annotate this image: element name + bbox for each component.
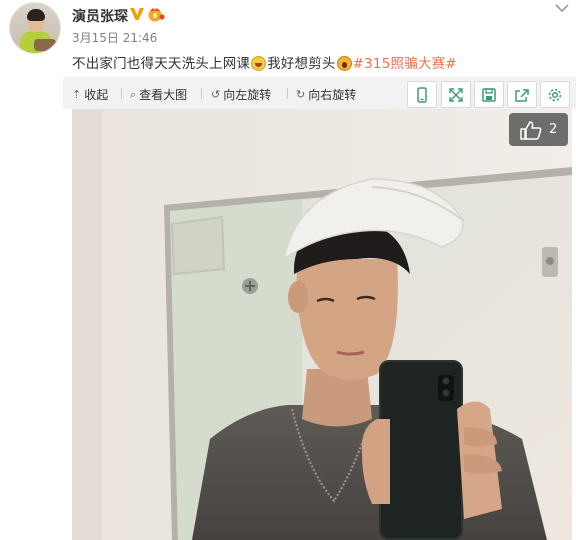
username[interactable]: 演员张琛	[72, 6, 128, 26]
share-icon	[515, 88, 529, 102]
divider	[121, 88, 122, 99]
shocked-emoji-icon	[336, 56, 352, 71]
divider	[201, 88, 202, 99]
save-icon	[482, 87, 496, 102]
fullscreen-icon	[449, 87, 463, 102]
rotate-right-icon: ↻	[296, 88, 306, 101]
like-count: 2	[549, 122, 558, 137]
phone-icon	[417, 86, 427, 103]
divider	[287, 88, 288, 99]
rotate-left-icon: ↺	[211, 88, 221, 101]
post-text-part2: 我好想剪头	[267, 56, 336, 72]
post-text-part1: 不出家门也得天天洗头上网课	[72, 56, 251, 72]
settings-icon	[548, 88, 562, 101]
verified-icon	[129, 7, 145, 21]
hashtag-link[interactable]: #315照骗大赛#	[353, 56, 457, 72]
save-button[interactable]	[474, 81, 504, 108]
crying-emoji-icon	[251, 56, 267, 71]
rotate-right-button[interactable]: ↻ 向右旋转	[296, 86, 356, 103]
post-text: 不出家门也得天天洗头上网课 我好想剪头 #315照骗大赛#	[72, 52, 457, 72]
collapse-icon: ⇡	[72, 88, 82, 101]
chevron-down-icon[interactable]	[554, 0, 570, 13]
post-time[interactable]: 3月15日 21:46	[72, 29, 157, 46]
phone-view-button[interactable]	[407, 81, 437, 108]
svg-text:6: 6	[153, 12, 158, 20]
collapse-button[interactable]: ⇡ 收起	[72, 86, 108, 103]
member-badge-icon: 6	[147, 7, 165, 22]
fullscreen-button[interactable]	[441, 81, 471, 108]
post-photo[interactable]	[72, 109, 572, 540]
settings-button[interactable]	[540, 81, 570, 108]
rotate-left-button[interactable]: ↺ 向左旋转	[211, 86, 271, 103]
thumbs-up-icon	[520, 120, 542, 140]
like-button[interactable]: 2	[509, 113, 568, 146]
avatar[interactable]	[9, 2, 61, 54]
share-button[interactable]	[507, 81, 537, 108]
view-large-button[interactable]: ⌕ 查看大图	[130, 86, 187, 103]
search-icon: ⌕	[130, 87, 137, 101]
